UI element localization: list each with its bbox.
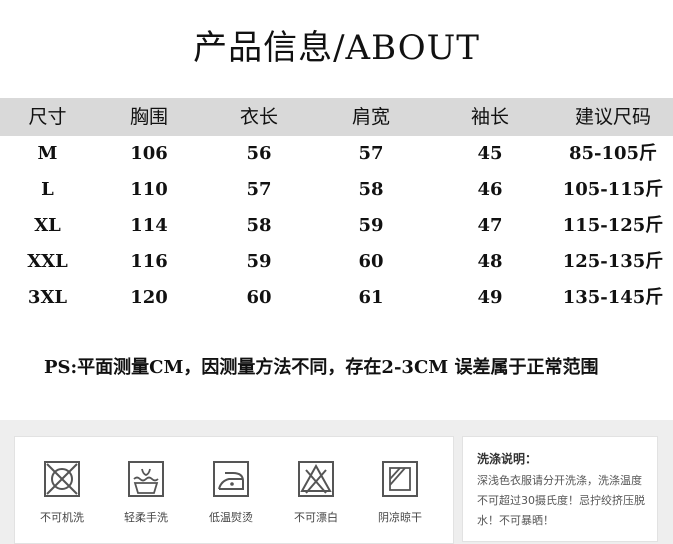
cell-length: 59 <box>246 251 272 272</box>
cell-recommended: 115-125斤 <box>562 215 664 236</box>
care-label: 阴凉晾干 <box>378 511 422 524</box>
wash-instructions-title: 洗涤说明： <box>477 452 538 466</box>
cell-sleeve: 45 <box>477 143 503 164</box>
cell-length: 56 <box>246 143 272 164</box>
cell-recommended: 105-115斤 <box>562 179 664 200</box>
cell-recommended: 85-105斤 <box>568 143 658 164</box>
table-header: 尺寸 胸围 衣长 肩宽 袖长 建议尺码 <box>0 98 673 136</box>
cell-length: 57 <box>246 179 272 200</box>
no-bleach-icon <box>298 461 334 497</box>
cell-length: 58 <box>246 215 272 236</box>
cell-shoulder: 59 <box>358 215 384 236</box>
care-section: 不可机洗 轻柔手洗 低温熨烫 不可漂白 阴凉晾干 洗涤说明： 深浅色衣服请分开洗… <box>0 420 673 544</box>
cell-chest: 120 <box>130 287 168 308</box>
cell-sleeve: 48 <box>477 251 503 272</box>
header-length: 衣长 <box>239 106 278 128</box>
cell-recommended: 135-145斤 <box>562 287 664 308</box>
header-shoulder: 肩宽 <box>351 106 390 128</box>
cell-size: M <box>37 143 58 164</box>
size-table: 尺寸 胸围 衣长 肩宽 袖长 建议尺码 M 106 56 57 45 85-10… <box>0 98 673 316</box>
low-temp-iron-icon <box>213 461 249 497</box>
no-machine-wash-icon <box>44 461 80 497</box>
cell-chest: 114 <box>130 215 168 236</box>
table-row: XL 114 58 59 47 115-125斤 <box>0 208 673 244</box>
care-label: 不可漂白 <box>294 511 338 524</box>
wash-instructions-panel: 洗涤说明： 深浅色衣服请分开洗涤，洗涤温度不可超过30摄氏度！忌拧绞挤压脱水！不… <box>462 436 658 542</box>
header-recommended: 建议尺码 <box>574 106 651 128</box>
cell-shoulder: 57 <box>358 143 384 164</box>
table-row: L 110 57 58 46 105-115斤 <box>0 172 673 208</box>
care-item-gentle-hand-wash: 轻柔手洗 <box>111 457 181 525</box>
cell-sleeve: 46 <box>477 179 503 200</box>
care-label: 轻柔手洗 <box>124 511 168 524</box>
page-title: 产品信息/ABOUT <box>193 28 480 68</box>
cell-size: XL <box>34 215 61 236</box>
care-item-shade-dry: 阴凉晾干 <box>365 457 435 525</box>
cell-shoulder: 58 <box>358 179 384 200</box>
header-size: 尺寸 <box>28 106 67 128</box>
cell-chest: 116 <box>130 251 168 272</box>
cell-shoulder: 61 <box>358 287 384 308</box>
cell-sleeve: 47 <box>477 215 503 236</box>
care-item-low-temp-iron: 低温熨烫 <box>196 457 266 525</box>
table-row: 3XL 120 60 61 49 135-145斤 <box>0 280 673 316</box>
care-item-no-bleach: 不可漂白 <box>281 457 351 525</box>
wash-instructions-text: 深浅色衣服请分开洗涤，洗涤温度不可超过30摄氏度！忌拧绞挤压脱水！不可暴晒！ <box>477 474 645 527</box>
care-item-no-machine-wash: 不可机洗 <box>27 457 97 525</box>
header-chest: 胸围 <box>129 106 168 128</box>
care-icons-panel: 不可机洗 轻柔手洗 低温熨烫 不可漂白 阴凉晾干 <box>14 436 454 544</box>
care-label: 低温熨烫 <box>209 511 253 524</box>
cell-sleeve: 49 <box>477 287 503 308</box>
cell-chest: 110 <box>130 179 168 200</box>
cell-size: L <box>41 179 54 200</box>
table-row: XXL 116 59 60 48 125-135斤 <box>0 244 673 280</box>
cell-size: 3XL <box>27 287 68 308</box>
cell-length: 60 <box>246 287 272 308</box>
shade-dry-icon <box>382 461 418 497</box>
care-label: 不可机洗 <box>40 511 84 524</box>
cell-recommended: 125-135斤 <box>562 251 664 272</box>
cell-size: XXL <box>27 251 68 272</box>
table-row: M 106 56 57 45 85-105斤 <box>0 136 673 172</box>
cell-chest: 106 <box>130 143 168 164</box>
header-sleeve: 袖长 <box>470 106 509 128</box>
gentle-hand-wash-icon <box>128 461 164 497</box>
cell-shoulder: 60 <box>358 251 384 272</box>
measurement-note: PS:平面测量CM，因测量方法不同，存在2-3CM 误差属于正常范围 <box>44 357 599 378</box>
